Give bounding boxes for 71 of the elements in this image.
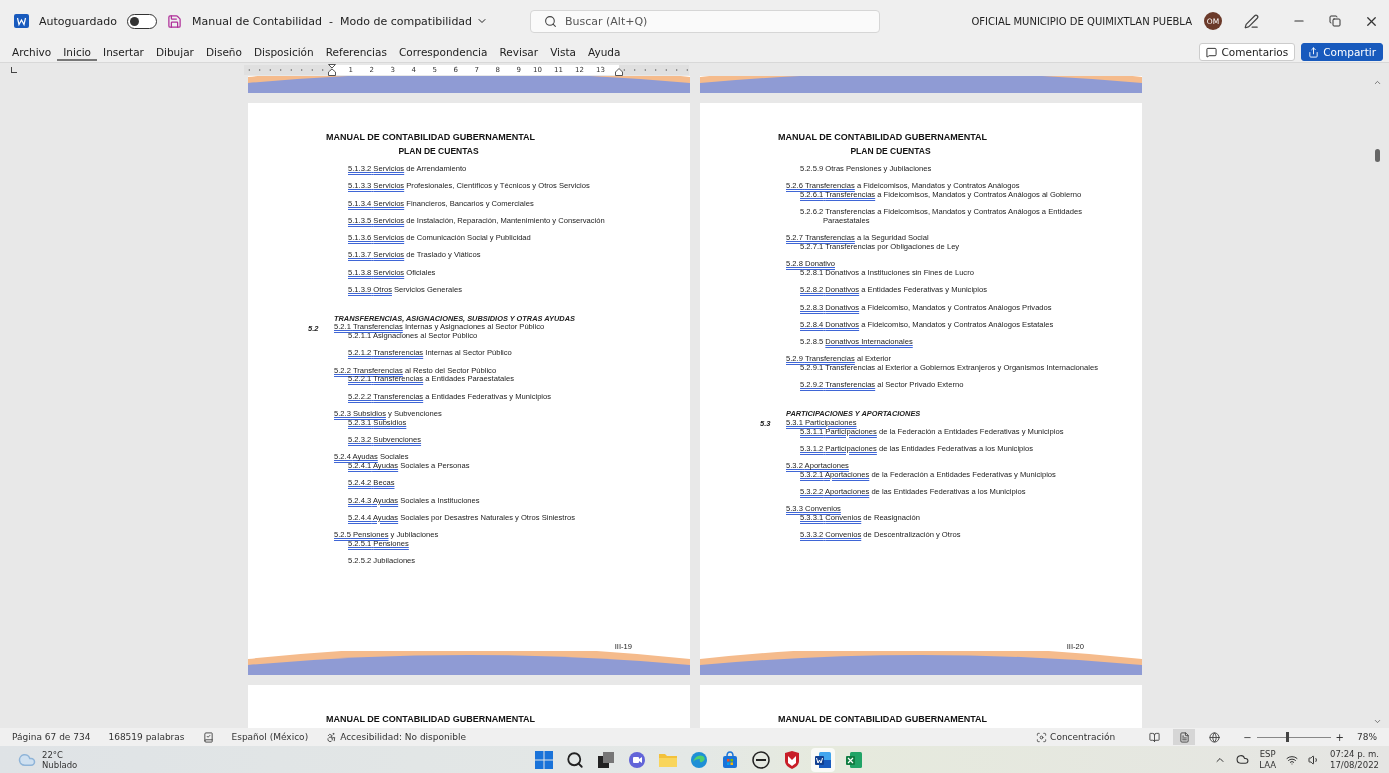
scrollbar-thumb[interactable] xyxy=(1375,149,1380,162)
speech-bubble-icon xyxy=(1206,46,1218,58)
page-header-title: MANUAL DE CONTABILIDAD GUBERNAMENTAL xyxy=(778,132,987,142)
search-icon xyxy=(565,750,584,769)
input-language[interactable]: ESP LAA xyxy=(1259,748,1276,771)
restore-icon xyxy=(1329,15,1341,27)
search-icon xyxy=(544,14,557,28)
focus-mode-button[interactable]: Concentración xyxy=(1050,732,1116,742)
save-icon[interactable] xyxy=(167,13,182,29)
spreadsheet-app-icon xyxy=(844,750,863,769)
tab-selector-icon[interactable] xyxy=(11,66,17,73)
scroll-up-icon[interactable] xyxy=(1373,78,1382,87)
autosave-label: Autoguardado xyxy=(39,14,117,28)
accessibility-status: Accesibilidad: No disponible xyxy=(340,732,466,742)
word-count: 168519 palabras xyxy=(108,732,185,742)
comments-button[interactable]: Comentarios xyxy=(1199,43,1296,61)
speaker-icon[interactable] xyxy=(1308,753,1320,766)
document-app-icon xyxy=(813,750,832,769)
ribbon-tab[interactable]: Ayuda xyxy=(582,43,627,61)
proofing-icon[interactable] xyxy=(202,731,214,743)
wifi-icon[interactable] xyxy=(1286,753,1298,766)
language-status: Español (México) xyxy=(231,732,309,742)
pen-icon[interactable] xyxy=(1244,13,1259,29)
search-field[interactable]: Buscar (Alt+Q) xyxy=(530,9,880,33)
ribbon-tab[interactable]: Referencias xyxy=(319,43,393,61)
zoom-slider-thumb[interactable] xyxy=(1286,731,1290,742)
page-header-title: MANUAL DE CONTABILIDAD GUBERNAMENTAL xyxy=(326,132,535,142)
temperature: 22°C xyxy=(42,749,64,760)
page-count: Página 67 de 734 xyxy=(12,732,91,742)
focus-icon xyxy=(1036,731,1048,743)
ribbon-tab[interactable]: Archivo xyxy=(6,43,58,61)
share-icon xyxy=(1308,46,1320,58)
cloud-icon[interactable] xyxy=(1236,753,1250,766)
circle-logo-icon xyxy=(751,750,770,769)
taskbar-app-button[interactable] xyxy=(810,747,835,772)
web-layout-icon xyxy=(1208,731,1220,743)
ribbon-tab[interactable]: Disposición xyxy=(247,43,320,61)
store-bag-icon xyxy=(720,750,739,769)
document-title[interactable]: Manual de Contabilidad - Modo de compatibilidad xyxy=(192,14,489,28)
page-header-subtitle: PLAN DE CUENTAS xyxy=(849,146,931,156)
print-layout-icon xyxy=(1178,731,1190,743)
autosave-toggle[interactable] xyxy=(127,13,157,29)
ribbon-tab[interactable]: Dibujar xyxy=(149,43,200,61)
windows-logo-icon xyxy=(534,750,553,769)
accessibility-icon xyxy=(326,731,338,743)
task-view-icon xyxy=(596,750,615,769)
zoom-percentage[interactable]: 78% xyxy=(1357,732,1377,742)
share-button[interactable]: Compartir xyxy=(1301,43,1383,61)
chat-icon xyxy=(627,750,646,769)
weather-condition: Nublado xyxy=(42,759,78,770)
indent-marker-icon[interactable] xyxy=(615,67,623,76)
indent-marker-icon[interactable] xyxy=(328,63,336,76)
ribbon-tab[interactable]: Insertar xyxy=(97,43,150,61)
zoom-out-button[interactable]: − xyxy=(1243,731,1252,743)
page-header-title: MANUAL DE CONTABILIDAD GUBERNAMENTAL xyxy=(778,714,987,724)
shield-icon xyxy=(782,750,801,769)
ribbon-tab[interactable]: Correspondencia xyxy=(392,43,494,61)
page-header-subtitle: PLAN DE CUENTAS xyxy=(397,146,479,156)
zoom-in-button[interactable]: + xyxy=(1335,731,1344,743)
view-button[interactable] xyxy=(1173,729,1196,745)
page-header-title: MANUAL DE CONTABILIDAD GUBERNAMENTAL xyxy=(326,714,535,724)
user-name: OFICIAL MUNICIPIO DE QUIMIXTLAN PUEBLA xyxy=(971,15,1192,27)
scroll-down-icon[interactable] xyxy=(1373,717,1382,726)
ribbon-tab[interactable]: Revisar xyxy=(493,43,545,61)
word-logo-icon xyxy=(14,14,29,28)
ribbon-tab[interactable]: Vista xyxy=(544,43,583,61)
ribbon-tab[interactable]: Diseño xyxy=(199,43,248,61)
ribbon-tab[interactable]: Inicio xyxy=(57,43,98,61)
browser-icon xyxy=(689,750,708,769)
clock[interactable]: 07:24 p. m. 17/08/2022 xyxy=(1330,748,1379,771)
read-mode-icon xyxy=(1148,731,1160,743)
